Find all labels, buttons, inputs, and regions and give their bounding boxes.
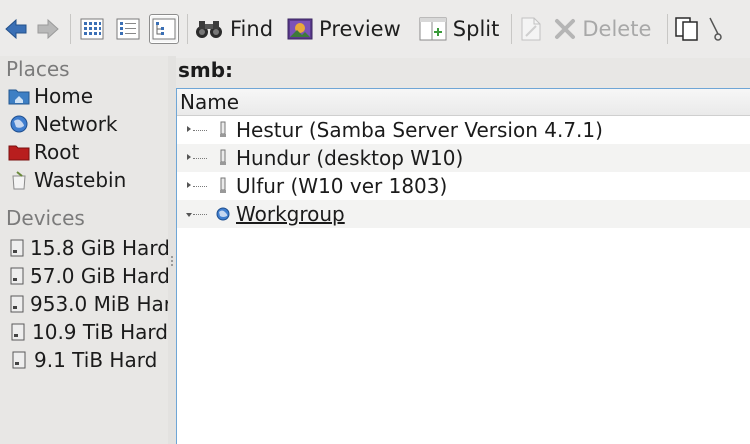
file-view[interactable]: Name Hestur (Samba Server Version 4.7.1)…: [176, 88, 750, 444]
cut-button[interactable]: [708, 9, 723, 49]
list-item[interactable]: Hestur (Samba Server Version 4.7.1): [177, 116, 750, 144]
find-label: Find: [230, 17, 274, 41]
delete-x-icon: [555, 19, 576, 39]
split-view-icon: [419, 17, 447, 41]
scissors-icon: [709, 17, 723, 41]
server-icon: [213, 148, 233, 168]
forward-button[interactable]: [34, 14, 62, 44]
sidebar-item-label: 15.8 GiB Hard: [30, 236, 168, 260]
server-icon: [213, 176, 233, 196]
expand-toggle[interactable]: [177, 144, 213, 172]
forward-arrow-icon: [37, 18, 59, 40]
column-header-name[interactable]: Name: [177, 89, 750, 116]
toolbar-separator: [667, 14, 669, 44]
toolbar: Find Preview Split Delete: [0, 0, 750, 58]
split-label: Split: [452, 17, 500, 41]
delete-button[interactable]: Delete: [554, 9, 651, 49]
chevron-down-icon: [186, 213, 192, 217]
devices-section-title: Devices: [6, 206, 85, 230]
network-globe-icon: [8, 114, 30, 134]
split-button[interactable]: Split: [419, 9, 500, 49]
list-item[interactable]: Workgroup: [177, 200, 750, 228]
list-item[interactable]: Ulfur (W10 ver 1803): [177, 172, 750, 200]
compact-view-button[interactable]: [113, 14, 143, 44]
sidebar-item-device[interactable]: 15.8 GiB Hard: [0, 234, 168, 262]
hard-drive-icon: [8, 266, 26, 286]
sidebar-item-device[interactable]: 9.1 TiB Hard: [0, 346, 168, 374]
hard-drive-icon: [8, 322, 28, 342]
expand-toggle[interactable]: [177, 172, 213, 200]
chevron-right-icon: [187, 182, 191, 188]
sidebar-item-device[interactable]: 57.0 GiB Hard: [0, 262, 168, 290]
preview-button[interactable]: Preview: [287, 9, 401, 49]
server-icon: [213, 120, 233, 140]
toolbar-separator: [511, 14, 513, 44]
panel-splitter[interactable]: [168, 56, 176, 444]
preview-picture-icon: [287, 18, 313, 40]
toolbar-separator: [70, 14, 71, 44]
sidebar-item-root[interactable]: Root: [0, 138, 168, 166]
rename-button[interactable]: [518, 9, 544, 49]
splitter-grip: [171, 256, 173, 268]
sidebar-item-label: 9.1 TiB Hard: [34, 348, 158, 372]
sidebar-item-device[interactable]: 10.9 TiB Hard: [0, 318, 168, 346]
icons-view-icon: [80, 18, 104, 40]
tree-view-icon: [152, 18, 176, 40]
delete-label: Delete: [582, 17, 652, 41]
expand-toggle[interactable]: [177, 116, 213, 144]
details-view-button[interactable]: [149, 14, 179, 44]
preview-label: Preview: [319, 17, 401, 41]
back-arrow-icon: [5, 18, 27, 40]
places-panel: Places Home Network Root Wastebin Device…: [0, 56, 168, 444]
location-bar[interactable]: smb:: [176, 56, 750, 86]
back-button[interactable]: [2, 14, 30, 44]
chevron-right-icon: [187, 126, 191, 132]
copy-button[interactable]: [674, 9, 700, 49]
sidebar-item-label: Root: [34, 140, 80, 164]
root-folder-icon: [8, 142, 30, 162]
sidebar-item-wastebin[interactable]: Wastebin: [0, 166, 168, 194]
chevron-right-icon: [187, 154, 191, 160]
places-section-title: Places: [6, 57, 70, 81]
sidebar-item-label: Home: [34, 84, 94, 108]
sidebar-item-network[interactable]: Network: [0, 110, 168, 138]
wastebin-icon: [8, 170, 30, 190]
expand-toggle[interactable]: [177, 200, 213, 228]
hard-drive-icon: [8, 294, 26, 314]
home-folder-icon: [8, 86, 30, 106]
list-item-label: Workgroup: [236, 202, 345, 226]
hard-drive-icon: [8, 350, 30, 370]
compact-view-icon: [116, 18, 140, 40]
sidebar-item-label: 953.0 MiB Hard: [30, 292, 168, 316]
list-item-label: Hestur (Samba Server Version 4.7.1): [236, 118, 603, 142]
list-item-label: Hundur (desktop W10): [236, 146, 464, 170]
sidebar-item-label: 57.0 GiB Hard: [30, 264, 168, 288]
find-button[interactable]: Find: [194, 9, 273, 49]
sidebar-item-label: 10.9 TiB Hard: [32, 320, 168, 344]
network-globe-icon: [213, 204, 233, 224]
icons-view-button[interactable]: [77, 14, 107, 44]
hard-drive-icon: [8, 238, 26, 258]
sidebar-item-label: Network: [34, 112, 118, 136]
toolbar-separator: [187, 14, 188, 44]
sidebar-item-label: Wastebin: [34, 168, 127, 192]
binoculars-icon: [196, 21, 222, 38]
sidebar-item-home[interactable]: Home: [0, 82, 168, 110]
list-item-label: Ulfur (W10 ver 1803): [236, 174, 448, 198]
rename-document-icon: [521, 17, 541, 41]
copy-documents-icon: [675, 17, 699, 41]
sidebar-item-device[interactable]: 953.0 MiB Hard: [0, 290, 168, 318]
list-item[interactable]: Hundur (desktop W10): [177, 144, 750, 172]
